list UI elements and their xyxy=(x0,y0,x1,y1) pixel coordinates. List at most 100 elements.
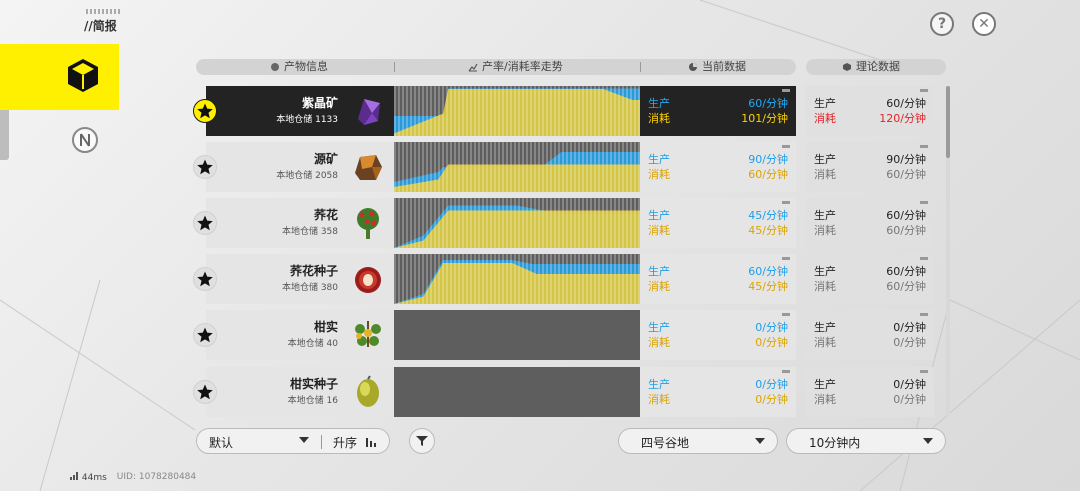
time-range-dropdown[interactable]: 10分钟内 xyxy=(786,428,946,454)
close-icon[interactable]: ✕ xyxy=(972,12,996,36)
star-icon xyxy=(197,159,213,175)
current-production-label: 生产 xyxy=(648,97,670,110)
product-row[interactable]: 柑实种子 本地仓储 16 生产 0/分钟 消耗 0/分钟 生产 0/分钟 消耗 0/分钟 xyxy=(193,367,934,417)
current-consumption-label: 消耗 xyxy=(648,336,670,349)
mini-indicator xyxy=(920,89,928,92)
product-name: 荞花 xyxy=(313,208,338,222)
signal-icon xyxy=(70,472,78,480)
product-row[interactable]: 柑实 本地仓储 40 生产 0/分钟 消耗 0/分钟 生产 0/分钟 消耗 0/分钟 xyxy=(193,310,934,360)
trend-icon xyxy=(468,63,478,72)
header-divider xyxy=(394,62,395,72)
trend-chart xyxy=(394,254,640,304)
nav-item-network[interactable] xyxy=(72,127,98,153)
product-row[interactable]: 荞花 本地仓储 358 生产 45/分钟 消耗 45/分钟 生产 60/分钟 消耗 60/分钟 xyxy=(193,198,934,248)
product-icon xyxy=(271,63,279,71)
time-range-dropdown-value: 10分钟内 xyxy=(809,436,861,450)
current-consumption-value: 45/分钟 xyxy=(748,224,788,237)
nav-item-overview[interactable] xyxy=(0,44,119,110)
product-info: 源矿 本地仓储 2058 xyxy=(206,142,394,192)
current-consumption-label: 消耗 xyxy=(648,393,670,406)
product-name: 紫晶矿 xyxy=(301,96,338,110)
theory-consumption-value: 120/分钟 xyxy=(879,112,926,125)
trend-chart xyxy=(394,310,640,360)
theory-consumption-value: 60/分钟 xyxy=(886,168,926,181)
theory-consumption-label: 消耗 xyxy=(814,112,836,125)
brief-dots-decoration xyxy=(86,9,120,14)
scrollbar-thumb[interactable] xyxy=(946,86,950,158)
product-info: 荞花种子本地仓储 380 xyxy=(206,254,394,304)
product-image xyxy=(350,149,386,185)
current-data: 生产 0/分钟 消耗 0/分钟 xyxy=(640,310,796,360)
sort-control[interactable]: 默认 升序 xyxy=(196,428,390,454)
favorite-star-button[interactable] xyxy=(193,267,217,291)
current-consumption-label: 消耗 xyxy=(648,280,670,293)
pie-icon xyxy=(689,63,697,71)
current-production-value: 60/分钟 xyxy=(748,265,788,278)
sort-dropdown-value[interactable]: 默认 xyxy=(209,434,233,451)
favorite-star-button[interactable] xyxy=(193,99,217,123)
star-icon xyxy=(197,215,213,231)
product-info: 荞花本地仓储 358 xyxy=(206,198,394,248)
favorite-star-button[interactable] xyxy=(193,323,217,347)
current-production-label: 生产 xyxy=(648,378,670,391)
header-trend: 产率/消耗率走势 xyxy=(468,59,563,75)
region-dropdown[interactable]: 四号谷地 xyxy=(618,428,778,454)
cube-icon xyxy=(68,59,98,92)
product-image xyxy=(350,317,386,353)
product-image xyxy=(350,374,386,410)
theory-production-value: 60/分钟 xyxy=(886,265,926,278)
theory-production-label: 生产 xyxy=(814,321,836,334)
header-current-label: 当前数据 xyxy=(702,60,746,73)
theory-production-value: 60/分钟 xyxy=(886,97,926,110)
header-product-label: 产物信息 xyxy=(284,60,328,73)
product-stock: 本地仓储 380 xyxy=(281,283,338,293)
current-data: 生产 60/分钟 消耗 101/分钟 xyxy=(640,86,796,136)
product-image xyxy=(350,261,386,297)
product-row[interactable]: 源矿 本地仓储 2058 生产 90/分钟 消耗 60/分钟 生产 90/分钟 消耗 60/分钟 xyxy=(193,142,934,192)
current-production-value: 45/分钟 xyxy=(748,209,788,222)
current-consumption-value: 0/分钟 xyxy=(755,393,788,406)
trend-texture xyxy=(394,142,640,192)
current-consumption-value: 60/分钟 xyxy=(748,168,788,181)
current-data: 生产 90/分钟 消耗 60/分钟 xyxy=(640,142,796,192)
product-info: 柑实种子 本地仓储 16 xyxy=(206,367,394,417)
trend-chart-svg xyxy=(394,254,640,304)
current-consumption-value: 0/分钟 xyxy=(755,336,788,349)
theory-production-value: 90/分钟 xyxy=(886,153,926,166)
ping-value: 44ms xyxy=(81,473,107,483)
theory-data: 生产 0/分钟 消耗 0/分钟 xyxy=(806,367,934,417)
theory-production-value: 0/分钟 xyxy=(893,378,926,391)
mini-indicator xyxy=(920,313,928,316)
product-image xyxy=(350,93,386,129)
trend-texture xyxy=(394,254,640,304)
theory-consumption-value: 0/分钟 xyxy=(893,336,926,349)
current-production-value: 0/分钟 xyxy=(755,378,788,391)
favorite-star-button[interactable] xyxy=(193,380,217,404)
status-footer: 44ms UID: 1078280484 xyxy=(70,472,196,483)
favorite-star-button[interactable] xyxy=(193,155,217,179)
product-stock: 本地仓储 358 xyxy=(281,227,338,237)
theory-consumption-value: 60/分钟 xyxy=(886,280,926,293)
product-row[interactable]: 紫晶矿 本地仓储 1133 生产 60/分钟 消耗 101/分钟 生产 60/分钟消耗 120/… xyxy=(193,86,934,136)
sort-order-icon[interactable] xyxy=(365,436,377,448)
theory-production-label: 生产 xyxy=(814,265,836,278)
current-production-label: 生产 xyxy=(648,321,670,334)
page-title: //简报 xyxy=(84,19,117,33)
theory-data: 生产 60/分钟 消耗 60/分钟 xyxy=(806,254,934,304)
theory-consumption-label: 消耗 xyxy=(814,224,836,237)
help-icon[interactable]: ? xyxy=(930,12,954,36)
product-info: 紫晶矿 本地仓储 1133 xyxy=(206,86,394,136)
header-current: 当前数据 xyxy=(688,59,746,75)
mini-indicator xyxy=(920,201,928,204)
current-data: 生产 45/分钟 消耗 45/分钟 xyxy=(640,198,796,248)
mini-indicator xyxy=(782,145,790,148)
order-toggle-label[interactable]: 升序 xyxy=(333,434,357,451)
filter-button[interactable] xyxy=(409,428,435,454)
product-name: 荞花种子 xyxy=(289,264,338,278)
divider xyxy=(321,435,322,449)
product-row[interactable]: 荞花种子 本地仓储 380 生产 60/分钟 消耗 45/分钟 生产 60/分钟 消耗 60/分钟 xyxy=(193,254,934,304)
favorite-star-button[interactable] xyxy=(193,211,217,235)
theory-production-label: 生产 xyxy=(814,153,836,166)
scrollbar[interactable] xyxy=(946,86,950,416)
current-consumption-value: 101/分钟 xyxy=(741,112,788,125)
